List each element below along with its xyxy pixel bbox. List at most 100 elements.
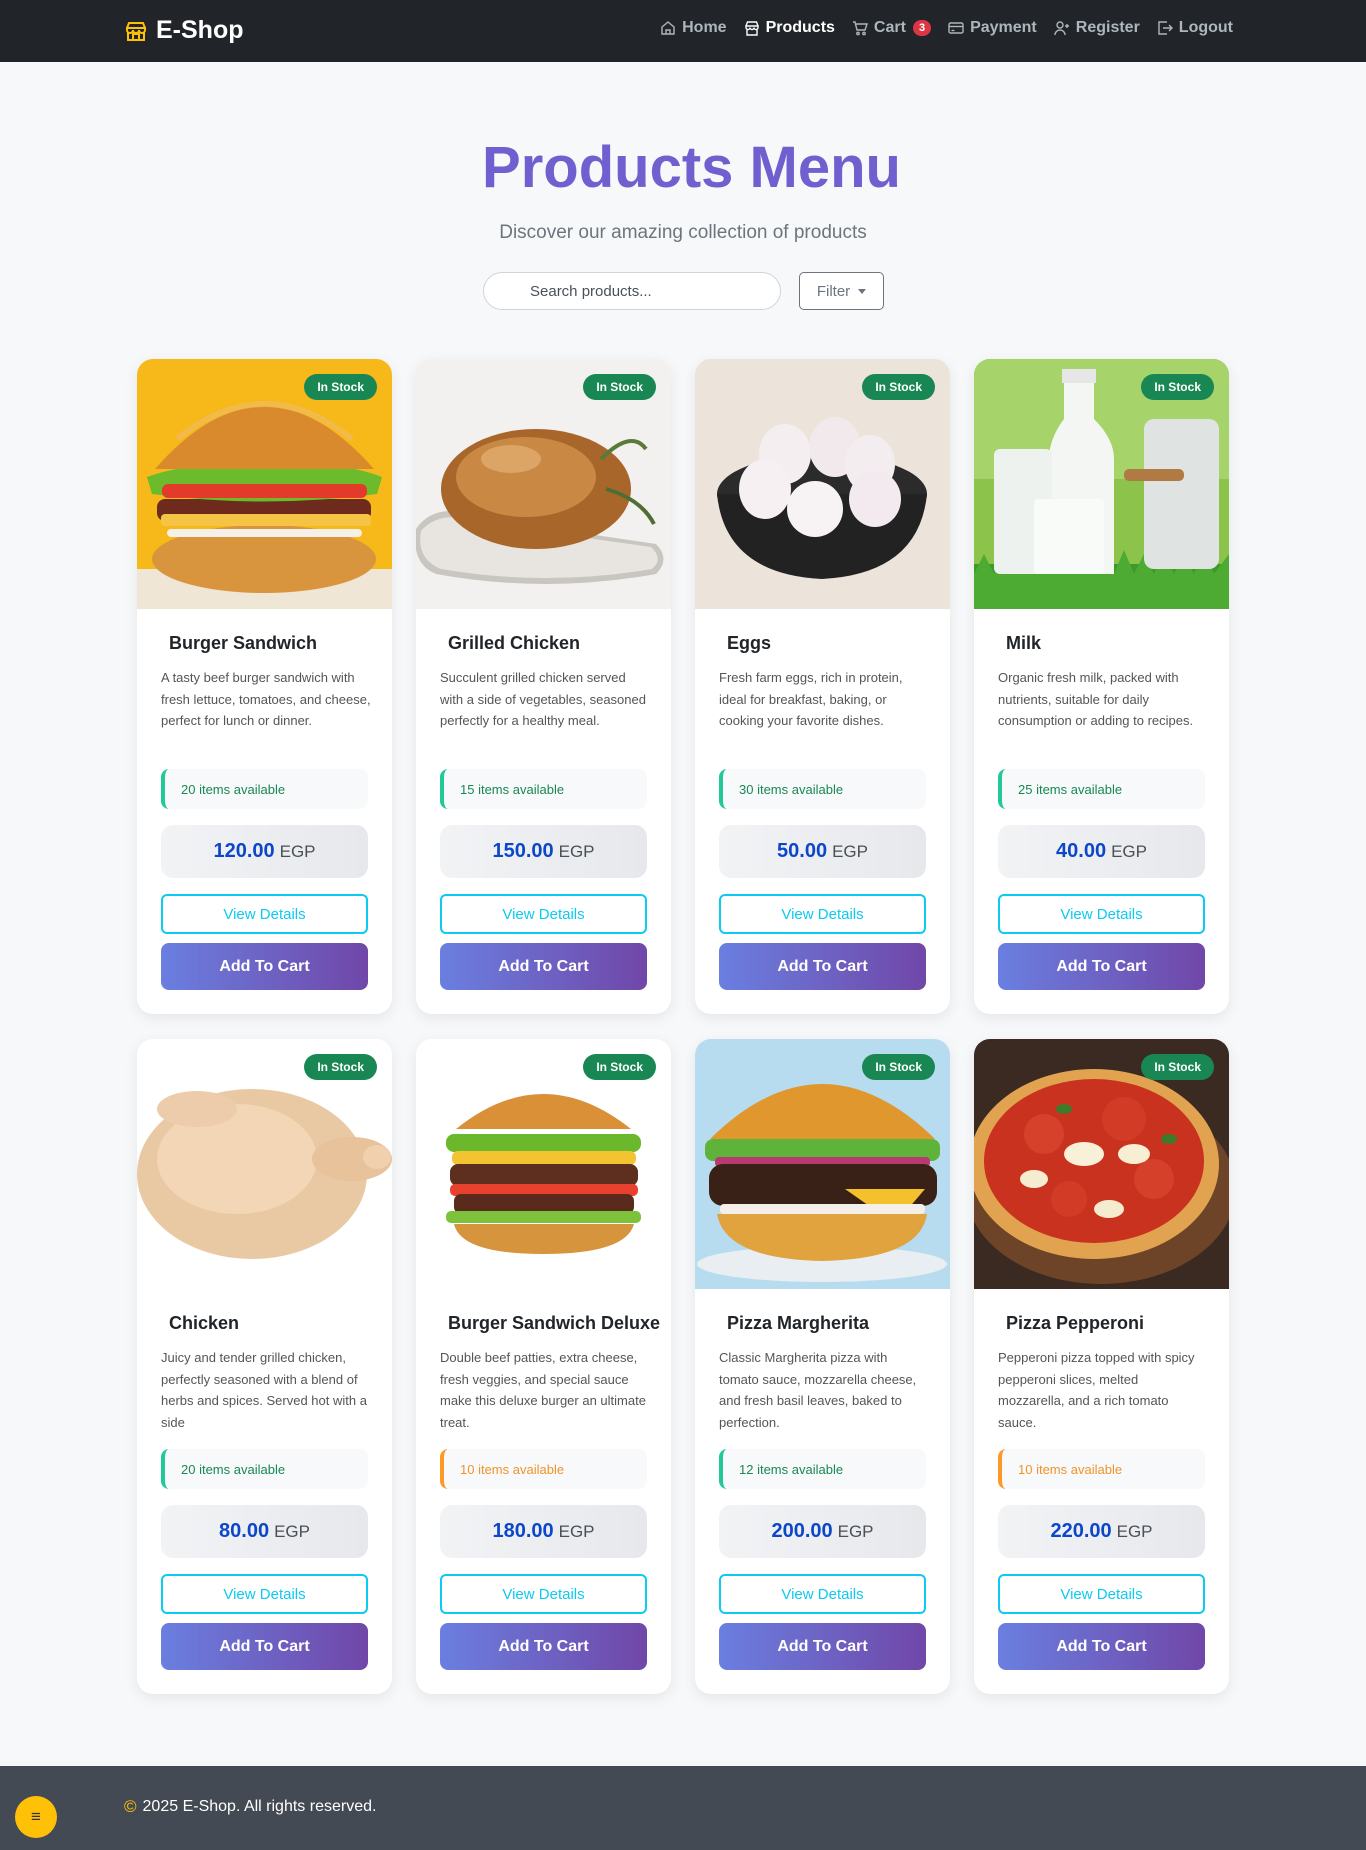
price-currency: EGP bbox=[832, 841, 868, 861]
price-box: 220.00 EGP bbox=[998, 1505, 1205, 1558]
in-stock-badge: In Stock bbox=[304, 1054, 377, 1080]
product-name: Grilled Chicken bbox=[448, 633, 581, 653]
search-input[interactable] bbox=[483, 272, 781, 310]
view-details-button[interactable]: View Details bbox=[998, 894, 1205, 934]
product-name: Pizza Pepperoni bbox=[1006, 1313, 1145, 1333]
price-box: 40.00 EGP bbox=[998, 825, 1205, 878]
add-to-cart-button[interactable]: Add To Cart bbox=[719, 1623, 926, 1670]
navbar: E-Shop Home Products Cart 3 Payment Regi… bbox=[0, 0, 1366, 62]
add-to-cart-button[interactable]: Add To Cart bbox=[998, 1623, 1205, 1670]
product-description: A tasty beef burger sandwich with fresh … bbox=[161, 670, 371, 729]
nav-payment[interactable]: Payment bbox=[948, 19, 1037, 37]
store-icon bbox=[744, 21, 759, 36]
add-to-cart-button[interactable]: Add To Cart bbox=[440, 943, 647, 990]
product-card: In Stock Burger Sandwich A tasty beef bu… bbox=[137, 359, 392, 1014]
nav-register-label: Register bbox=[1075, 19, 1140, 36]
footer: © 2025 E-Shop. All rights reserved. bbox=[0, 1766, 1366, 1850]
price-box: 180.00 EGP bbox=[440, 1505, 647, 1558]
nav-payment-label: Payment bbox=[970, 19, 1037, 36]
price-value: 180.00 bbox=[492, 1520, 554, 1542]
shop-icon bbox=[124, 19, 148, 43]
product-description: Pepperoni pizza topped with spicy pepper… bbox=[998, 1350, 1195, 1431]
nav-cart[interactable]: Cart 3 bbox=[852, 19, 932, 37]
nav-logout[interactable]: Logout bbox=[1157, 19, 1233, 37]
caret-down-icon bbox=[858, 288, 867, 294]
price-value: 200.00 bbox=[771, 1520, 833, 1542]
view-details-button[interactable]: View Details bbox=[440, 894, 647, 934]
brand[interactable]: E-Shop bbox=[124, 16, 244, 45]
price-value: 40.00 bbox=[1056, 840, 1107, 862]
stock-availability: 20 items available bbox=[161, 769, 368, 809]
menu-toggle-button[interactable]: ≡ bbox=[15, 1796, 57, 1838]
nav-home[interactable]: Home bbox=[660, 19, 727, 37]
view-details-button[interactable]: View Details bbox=[440, 1574, 647, 1614]
nav-register[interactable]: Register bbox=[1054, 19, 1140, 37]
in-stock-badge: In Stock bbox=[583, 1054, 656, 1080]
price-box: 150.00 EGP bbox=[440, 825, 647, 878]
in-stock-badge: In Stock bbox=[583, 374, 656, 400]
nav-products-label: Products bbox=[765, 19, 835, 36]
menu-icon: ≡ bbox=[31, 1807, 41, 1826]
page-title: Products Menu bbox=[482, 135, 901, 200]
price-currency: EGP bbox=[558, 1521, 595, 1541]
price-currency: EGP bbox=[279, 841, 316, 861]
in-stock-badge: In Stock bbox=[862, 374, 935, 400]
price-value: 120.00 bbox=[213, 840, 275, 862]
person-plus-icon bbox=[1054, 21, 1069, 36]
footer-text: 2025 E-Shop. All rights reserved. bbox=[142, 1798, 377, 1815]
nav-products[interactable]: Products bbox=[744, 19, 835, 37]
product-card: In Stock Eggs Fresh farm eggs, rich in p… bbox=[695, 359, 950, 1014]
product-description: Classic Margherita pizza with tomato sau… bbox=[719, 1350, 917, 1431]
logout-icon bbox=[1158, 21, 1173, 35]
product-card: In Stock Milk Organic fresh milk, packed… bbox=[974, 359, 1229, 1014]
product-description: Succulent grilled chicken served with a … bbox=[440, 670, 646, 729]
price-box: 80.00 EGP bbox=[161, 1505, 368, 1558]
add-to-cart-button[interactable]: Add To Cart bbox=[161, 1623, 368, 1670]
product-card: In Stock Grilled Chicken Succulent grill… bbox=[416, 359, 671, 1014]
footer-copyright: © 2025 E-Shop. All rights reserved. bbox=[124, 1797, 376, 1817]
view-details-button[interactable]: View Details bbox=[719, 1574, 926, 1614]
product-description: Fresh farm eggs, rich in protein, ideal … bbox=[719, 670, 903, 729]
product-name: Eggs bbox=[727, 633, 772, 653]
view-details-button[interactable]: View Details bbox=[998, 1574, 1205, 1614]
in-stock-badge: In Stock bbox=[1141, 374, 1214, 400]
add-to-cart-button[interactable]: Add To Cart bbox=[161, 943, 368, 990]
nav-logout-label: Logout bbox=[1178, 19, 1233, 36]
product-description: Juicy and tender grilled chicken, perfec… bbox=[161, 1350, 367, 1431]
home-icon bbox=[661, 21, 675, 35]
add-to-cart-button[interactable]: Add To Cart bbox=[998, 943, 1205, 990]
product-card: In Stock Chicken Juicy and tender grille… bbox=[137, 1039, 392, 1694]
credit-card-icon bbox=[948, 22, 964, 34]
filter-dropdown-button[interactable]: Filter bbox=[799, 272, 884, 310]
product-name: Burger Sandwich bbox=[169, 633, 318, 653]
product-name: Pizza Margherita bbox=[727, 1313, 870, 1333]
cart-count-badge: 3 bbox=[912, 20, 932, 36]
brand-name: E-Shop bbox=[156, 16, 244, 44]
price-value: 220.00 bbox=[1050, 1520, 1112, 1542]
price-currency: EGP bbox=[1111, 841, 1147, 861]
price-box: 50.00 EGP bbox=[719, 825, 926, 878]
view-details-button[interactable]: View Details bbox=[719, 894, 926, 934]
product-card: In Stock Pizza Margherita Classic Marghe… bbox=[695, 1039, 950, 1694]
stock-availability: 12 items available bbox=[719, 1449, 926, 1489]
product-description: Organic fresh milk, packed with nutrient… bbox=[998, 670, 1194, 729]
copyright-icon: © bbox=[124, 1797, 137, 1816]
product-name: Burger Sandwich Deluxe bbox=[448, 1313, 661, 1333]
add-to-cart-button[interactable]: Add To Cart bbox=[719, 943, 926, 990]
view-details-button[interactable]: View Details bbox=[161, 1574, 368, 1614]
cart-icon bbox=[852, 21, 868, 36]
price-value: 50.00 bbox=[777, 840, 828, 862]
nav-cart-label: Cart bbox=[873, 19, 906, 36]
page-subtitle: Discover our amazing collection of produ… bbox=[499, 222, 867, 243]
price-currency: EGP bbox=[1116, 1521, 1153, 1541]
add-to-cart-button[interactable]: Add To Cart bbox=[440, 1623, 647, 1670]
price-value: 150.00 bbox=[492, 840, 554, 862]
price-currency: EGP bbox=[274, 1521, 310, 1541]
view-details-button[interactable]: View Details bbox=[161, 894, 368, 934]
stock-availability: 30 items available bbox=[719, 769, 926, 809]
price-box: 120.00 EGP bbox=[161, 825, 368, 878]
stock-availability: 10 items available bbox=[998, 1449, 1205, 1489]
stock-availability: 25 items available bbox=[998, 769, 1205, 809]
stock-availability: 20 items available bbox=[161, 1449, 368, 1489]
stock-availability: 10 items available bbox=[440, 1449, 647, 1489]
